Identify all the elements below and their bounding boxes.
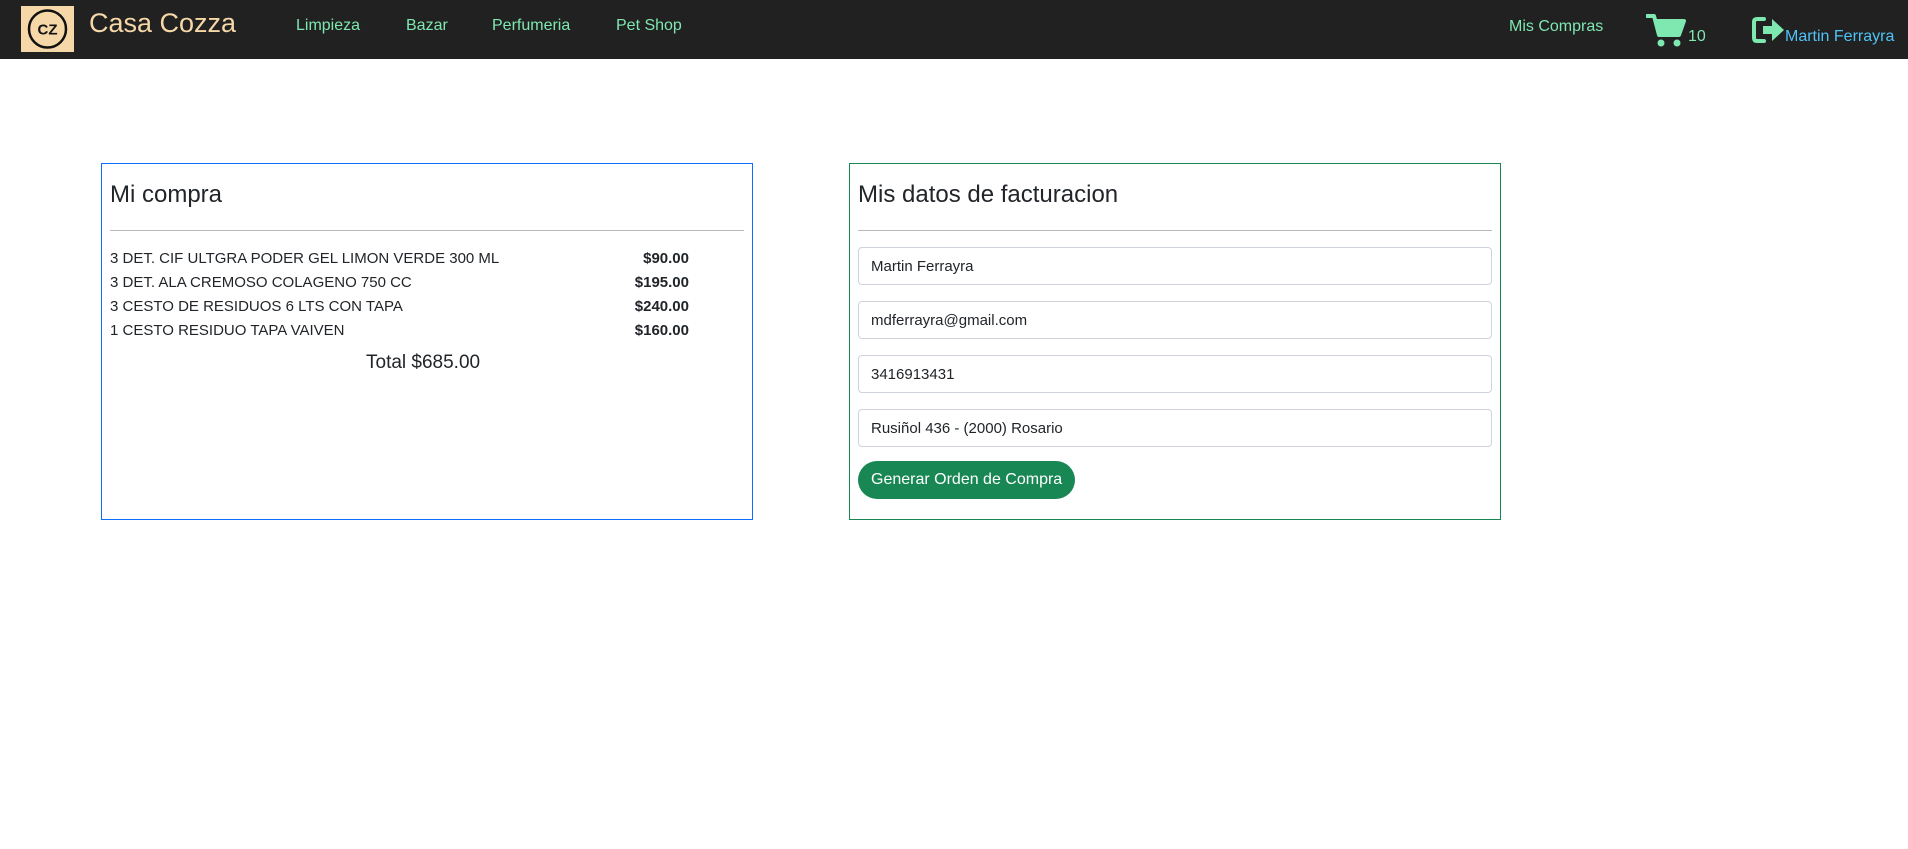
billing-card: Mis datos de facturacion Generar Orden d… (849, 163, 1501, 520)
purchase-card: Mi compra 3 DET. CIF ULTGRA PODER GEL LI… (101, 163, 753, 520)
address-field[interactable] (858, 409, 1492, 447)
nav-link-pet-shop[interactable]: Pet Shop (616, 16, 682, 36)
purchase-items: 3 DET. CIF ULTGRA PODER GEL LIMON VERDE … (110, 247, 744, 343)
divider (858, 230, 1492, 231)
billing-title: Mis datos de facturacion (858, 181, 1119, 208)
nav-link-perfumeria[interactable]: Perfumeria (492, 16, 570, 36)
item-name: 3 DET. ALA CREMOSO COLAGENO 750 CC (110, 274, 412, 291)
purchase-item: 3 CESTO DE RESIDUOS 6 LTS CON TAPA $240.… (110, 295, 689, 319)
cart-icon (1646, 14, 1686, 47)
phone-field[interactable] (858, 355, 1492, 393)
item-name: 1 CESTO RESIDUO TAPA VAIVEN (110, 322, 345, 339)
item-price: $240.00 (634, 298, 689, 315)
item-name: 3 DET. CIF ULTGRA PODER GEL LIMON VERDE … (110, 250, 500, 267)
purchase-item: 3 DET. ALA CREMOSO COLAGENO 750 CC $195.… (110, 271, 689, 295)
cart-button[interactable]: 10 (1646, 13, 1716, 49)
navbar: CZ Casa Cozza Limpieza Bazar Perfumeria … (0, 0, 1908, 59)
nav-link-limpieza[interactable]: Limpieza (296, 16, 360, 36)
generate-order-button[interactable]: Generar Orden de Compra (858, 461, 1076, 499)
brand-link[interactable]: Casa Cozza (89, 6, 236, 40)
purchase-item: 1 CESTO RESIDUO TAPA VAIVEN $160.00 (110, 319, 689, 343)
item-price: $90.00 (643, 250, 689, 267)
logo-icon[interactable]: CZ (21, 6, 74, 52)
nav-link-bazar[interactable]: Bazar (406, 16, 448, 36)
name-field[interactable] (858, 247, 1492, 285)
item-price: $195.00 (634, 274, 689, 291)
item-price: $160.00 (634, 322, 689, 339)
cart-count: 10 (1688, 28, 1706, 45)
purchase-title: Mi compra (110, 181, 223, 208)
purchase-item: 3 DET. CIF ULTGRA PODER GEL LIMON VERDE … (110, 247, 689, 271)
email-field[interactable] (858, 301, 1492, 339)
mis-compras-link[interactable]: Mis Compras (1509, 17, 1603, 37)
logout-icon (1752, 17, 1784, 43)
purchase-total: Total $685.00 (366, 352, 481, 373)
divider (110, 230, 744, 231)
logo-text: CZ (38, 22, 58, 39)
user-name[interactable]: Martin Ferrayra (1785, 28, 1894, 46)
item-name: 3 CESTO DE RESIDUOS 6 LTS CON TAPA (110, 298, 403, 315)
